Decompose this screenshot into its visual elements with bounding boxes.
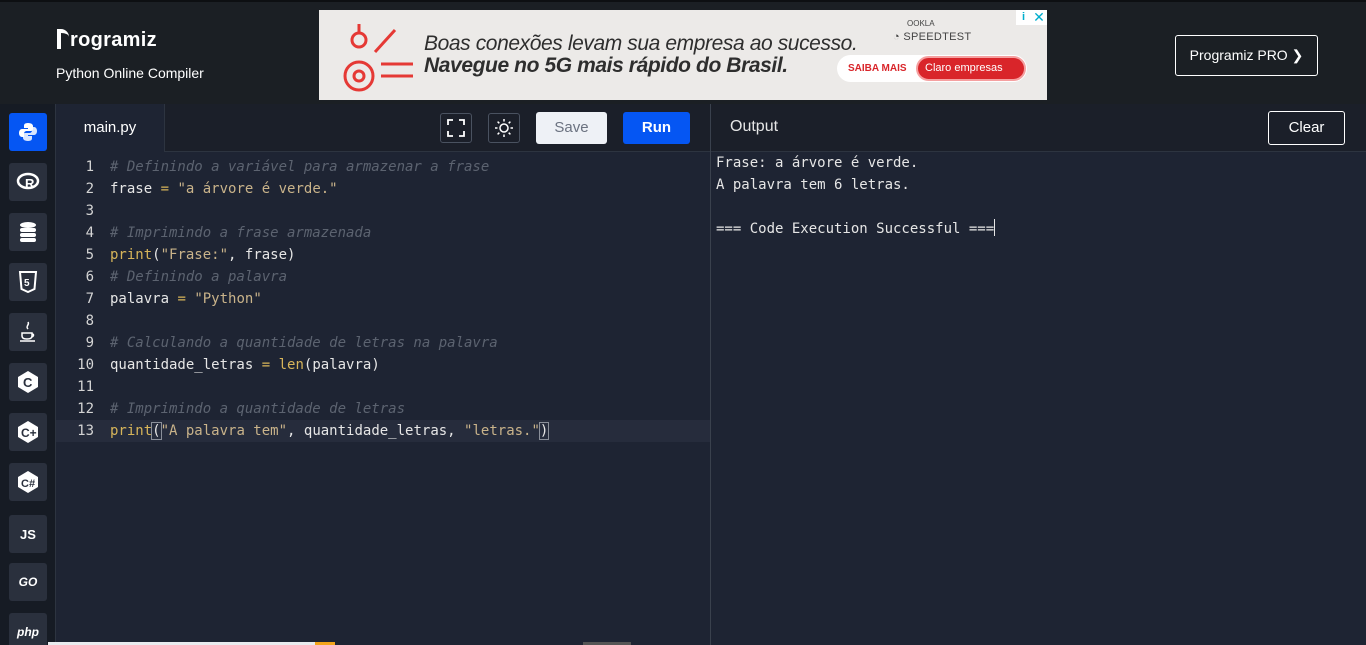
save-button[interactable]: Save (536, 112, 607, 144)
csharp-logo-icon: C# (18, 471, 38, 493)
cpp-language-icon[interactable]: C+ (9, 413, 47, 451)
line-number: 9 (85, 335, 94, 351)
code-line[interactable]: 2 frase = "a árvore é verde." (56, 178, 710, 200)
ad-subheadline: Navegue no 5G mais rápido do Brasil. (424, 54, 788, 77)
code-text[interactable]: # Calculando a quantidade de letras na p… (110, 332, 498, 354)
svg-text:R: R (25, 176, 35, 191)
svg-text:C#: C# (21, 478, 35, 490)
code-text[interactable]: print("A palavra tem", quantidade_letras… (110, 420, 550, 442)
svg-text:C+: C+ (21, 426, 37, 440)
advertisement-banner[interactable]: Boas conexões levam sua empresa ao suces… (319, 10, 1047, 100)
logo-p-mark (57, 29, 69, 49)
code-line[interactable]: 11 (56, 376, 710, 398)
code-editor-panel: main.py Save Run 1 # Definindo a variável… (56, 104, 710, 645)
programiz-logo[interactable]: rogramiz (57, 29, 157, 52)
fullscreen-icon (447, 119, 465, 137)
code-text[interactable]: # Definindo a variável para armazenar a … (110, 156, 489, 178)
python-logo-icon (19, 123, 37, 141)
line-number: 1 (85, 159, 94, 175)
clear-button[interactable]: Clear (1268, 111, 1345, 145)
code-line[interactable]: 6 # Definindo a palavra (56, 266, 710, 288)
code-line[interactable]: 8 (56, 310, 710, 332)
line-number: 7 (85, 291, 94, 307)
code-line[interactable]: 9 # Calculando a quantidade de letras na … (56, 332, 710, 354)
top-header: rogramiz Python Online Compiler Boas con… (0, 0, 1366, 104)
line-number: 5 (85, 247, 94, 263)
output-panel: Output Clear Frase: a árvore é verde. A p… (710, 104, 1366, 645)
line-number: 4 (85, 225, 94, 241)
code-text[interactable]: quantidade_letras = len(palavra) (110, 354, 380, 376)
code-line[interactable]: 7 palavra = "Python" (56, 288, 710, 310)
language-sidebar: R 5 C C+ C# JS GO php (0, 104, 56, 645)
editor-toolbar: main.py Save Run (56, 104, 710, 152)
tab-main-py[interactable]: main.py (56, 104, 165, 152)
code-line[interactable]: 4 # Imprimindo a frase armazenada (56, 222, 710, 244)
svg-text:C: C (23, 375, 33, 390)
output-toolbar: Output Clear (711, 104, 1366, 152)
line-number: 8 (85, 313, 94, 329)
r-language-icon[interactable]: R (9, 163, 47, 201)
r-logo-icon: R (16, 172, 40, 191)
programiz-pro-button[interactable]: Programiz PRO ❯ (1175, 35, 1318, 76)
line-number: 10 (77, 357, 94, 373)
html5-icon: 5 (18, 271, 38, 293)
theme-toggle-button[interactable] (488, 113, 520, 143)
fullscreen-button[interactable] (440, 113, 472, 143)
java-cup-icon (20, 321, 35, 342)
text-caret (994, 219, 996, 236)
code-text[interactable]: # Imprimindo a frase armazenada (110, 222, 371, 244)
sun-icon (495, 119, 513, 137)
line-number: 13 (77, 423, 94, 439)
code-text[interactable]: # Definindo a palavra (110, 266, 287, 288)
output-title: Output (730, 118, 779, 135)
code-line[interactable]: 3 (56, 200, 710, 222)
line-number: 11 (77, 379, 94, 395)
run-button[interactable]: Run (623, 112, 690, 144)
output-line: A palavra tem 6 letras. (716, 177, 910, 193)
database-icon (20, 222, 36, 242)
javascript-language-icon[interactable]: JS (9, 515, 47, 553)
c-logo-icon: C (18, 371, 38, 393)
claro-ad-graphic-icon (343, 24, 413, 92)
code-text[interactable]: print("Frase:", frase) (110, 244, 295, 266)
ad-cta-label: SAIBA MAIS (848, 63, 907, 74)
code-area[interactable]: 1 # Definindo a variável para armazenar a… (56, 152, 710, 645)
ad-close-icon[interactable]: ✕ (1031, 10, 1047, 25)
ookla-logo: OOKLA (907, 19, 935, 28)
code-line[interactable]: 1 # Definindo a variável para armazenar a… (56, 156, 710, 178)
output-console[interactable]: Frase: a árvore é verde. A palavra tem 6 … (716, 152, 1356, 240)
java-language-icon[interactable] (9, 313, 47, 351)
php-language-icon[interactable]: php (9, 613, 47, 645)
line-number: 12 (77, 401, 94, 417)
python-language-icon[interactable] (9, 113, 47, 151)
go-language-icon[interactable]: GO (9, 563, 47, 601)
line-number: 3 (85, 203, 94, 219)
claro-empresas-label: Claro empresas (925, 62, 1003, 74)
output-line: === Code Execution Successful === (716, 219, 996, 237)
csharp-language-icon[interactable]: C# (9, 463, 47, 501)
code-line[interactable]: 5 print("Frase:", frase) (56, 244, 710, 266)
output-line: Frase: a árvore é verde. (716, 155, 919, 171)
line-number: 6 (85, 269, 94, 285)
logo-text: rogramiz (70, 29, 157, 51)
line-number: 2 (85, 181, 94, 197)
svg-text:5: 5 (24, 278, 30, 289)
speedtest-logo: ◔ SPEEDTEST (893, 31, 972, 43)
ad-info-icon[interactable]: i (1016, 10, 1031, 25)
html-language-icon[interactable]: 5 (9, 263, 47, 301)
page-subtitle: Python Online Compiler (56, 65, 204, 81)
cpp-logo-icon: C+ (18, 421, 38, 443)
code-line[interactable]: 10 quantidade_letras = len(palavra) (56, 354, 710, 376)
code-line[interactable]: 13 print("A palavra tem", quantidade_letr… (56, 420, 710, 442)
sql-language-icon[interactable] (9, 213, 47, 251)
c-language-icon[interactable]: C (9, 363, 47, 401)
code-text[interactable]: frase = "a árvore é verde." (110, 178, 338, 200)
code-text[interactable]: # Imprimindo a quantidade de letras (110, 398, 405, 420)
code-text[interactable]: palavra = "Python" (110, 288, 262, 310)
code-line[interactable]: 12 # Imprimindo a quantidade de letras (56, 398, 710, 420)
ad-headline: Boas conexões levam sua empresa ao suces… (424, 32, 858, 55)
